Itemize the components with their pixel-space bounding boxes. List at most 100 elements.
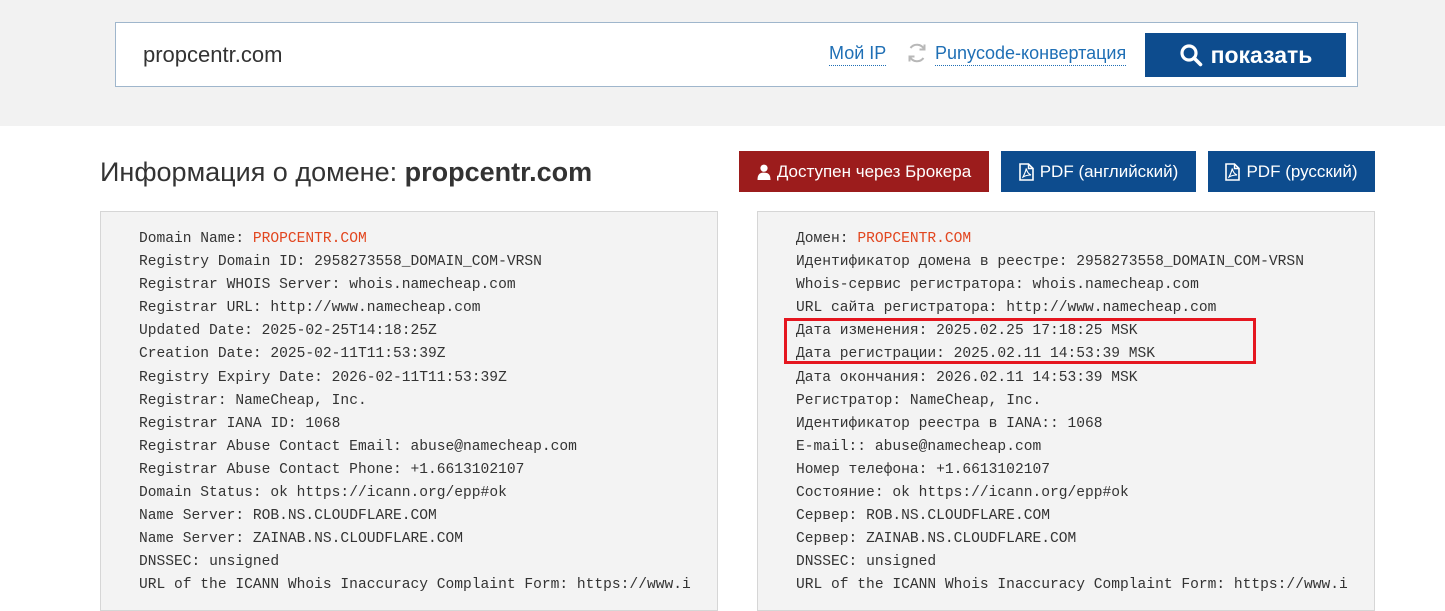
whois-value: ROB.NS.CLOUDFLARE.COM	[866, 508, 1050, 525]
whois-line: Whois-сервис регистратора: whois.nameche…	[796, 274, 1374, 297]
page-title-prefix: Информация о домене:	[100, 157, 398, 187]
whois-line: Сервер: ROB.NS.CLOUDFLARE.COM	[796, 505, 1374, 528]
whois-label: Регистратор:	[796, 392, 910, 409]
whois-line: Creation Date: 2025-02-11T11:53:39Z	[139, 343, 717, 366]
whois-label: DNSSEC:	[796, 554, 867, 571]
whois-label: Идентификатор реестра в IANA::	[796, 415, 1068, 432]
page-title-domain: propcentr.com	[404, 157, 593, 187]
whois-label: Registrar URL:	[139, 300, 271, 317]
whois-label: Domain Status:	[139, 485, 271, 502]
whois-line: DNSSEC: unsigned	[139, 551, 717, 574]
whois-line: E-mail:: abuse@namecheap.com	[796, 436, 1374, 459]
whois-line: Updated Date: 2025-02-25T14:18:25Z	[139, 320, 717, 343]
my-ip-link[interactable]: Мой IP	[829, 41, 887, 66]
whois-line: URL сайта регистратора: http://www.namec…	[796, 297, 1374, 320]
whois-line: Идентификатор реестра в IANA:: 1068	[796, 413, 1374, 436]
whois-line: Registry Expiry Date: 2026-02-11T11:53:3…	[139, 367, 717, 390]
whois-value: PROPCENTR.COM	[252, 231, 367, 247]
whois-value: +1.6613102107	[410, 461, 525, 478]
whois-value: whois.namecheap.com	[349, 277, 516, 294]
whois-line: Идентификатор домена в реестре: 29582735…	[796, 251, 1374, 274]
whois-label: Registry Domain ID:	[139, 254, 315, 271]
whois-line: Registry Domain ID: 2958273558_DOMAIN_CO…	[139, 251, 717, 274]
pdf-file-icon	[1225, 162, 1241, 181]
whois-label: Сервер:	[796, 508, 867, 525]
pdf-russian-button[interactable]: PDF (русский)	[1208, 151, 1375, 192]
whois-label: Updated Date:	[139, 323, 262, 340]
broker-button[interactable]: Доступен через Брокера	[739, 151, 989, 192]
whois-line: Дата изменения: 2025.02.25 17:18:25 MSK	[796, 320, 1374, 343]
whois-value: whois.namecheap.com	[1032, 277, 1199, 294]
whois-label: Registrar Abuse Contact Phone:	[139, 461, 411, 478]
whois-line: Registrar Abuse Contact Email: abuse@nam…	[139, 436, 717, 459]
whois-line: Registrar IANA ID: 1068	[139, 413, 717, 436]
pdf-english-button[interactable]: PDF (английский)	[1001, 151, 1196, 192]
whois-label: Registrar IANA ID:	[139, 415, 306, 432]
whois-line: Дата регистрации: 2025.02.11 14:53:39 MS…	[796, 343, 1374, 366]
whois-value: 2025.02.11 14:53:39 MSK	[953, 346, 1156, 363]
broker-button-label: Доступен через Брокера	[776, 161, 972, 181]
whois-value: ZAINAB.NS.CLOUDFLARE.COM	[252, 531, 464, 548]
whois-line: Состояние: ok https://icann.org/epp#ok	[796, 482, 1374, 505]
page-title: Информация о домене: propcentr.com	[100, 157, 592, 188]
whois-line: Домен: PROPCENTR.COM	[796, 228, 1374, 251]
whois-label: URL of the ICANN Whois Inaccuracy Compla…	[796, 577, 1234, 594]
whois-line: Registrar WHOIS Server: whois.namecheap.…	[139, 274, 717, 297]
whois-value: ok https://icann.org/epp#ok	[270, 485, 507, 502]
whois-value: ok https://icann.org/epp#ok	[892, 485, 1129, 502]
whois-label: Domain Name:	[139, 231, 253, 247]
whois-value: NameCheap, Inc.	[235, 392, 367, 409]
whois-value: unsigned	[866, 554, 937, 571]
whois-label: URL of the ICANN Whois Inaccuracy Compla…	[139, 577, 577, 594]
whois-line: Регистратор: NameCheap, Inc.	[796, 390, 1374, 413]
whois-label: Домен:	[796, 231, 858, 247]
pdf-english-label: PDF (английский)	[1039, 161, 1179, 181]
whois-line: Name Server: ROB.NS.CLOUDFLARE.COM	[139, 505, 717, 528]
whois-label: Дата изменения:	[796, 323, 937, 340]
search-box: Мой IP Punycode-конвертация показать	[115, 22, 1358, 87]
whois-label: Дата регистрации:	[796, 346, 954, 363]
whois-value: PROPCENTR.COM	[857, 231, 972, 247]
search-input[interactable]	[143, 39, 793, 71]
whois-label: Registrar WHOIS Server:	[139, 277, 350, 294]
whois-value: 2026-02-11T11:53:39Z	[331, 369, 507, 386]
whois-value: 2026.02.11 14:53:39 MSK	[936, 369, 1138, 386]
whois-line: Дата окончания: 2026.02.11 14:53:39 MSK	[796, 367, 1374, 390]
whois-russian-panel: Домен: PROPCENTR.COM Идентификатор домена…	[757, 211, 1375, 611]
whois-value: 1068	[305, 415, 341, 432]
show-button[interactable]: показать	[1145, 33, 1346, 77]
whois-line: DNSSEC: unsigned	[796, 551, 1374, 574]
whois-label: Registrar:	[139, 392, 236, 409]
whois-value: 2025.02.25 17:18:25 MSK	[936, 323, 1138, 340]
whois-label: Состояние:	[796, 485, 893, 502]
whois-label: Номер телефона:	[796, 461, 937, 478]
whois-label: Name Server:	[139, 531, 253, 548]
whois-value: 2958273558_DOMAIN_COM-VRSN	[1076, 254, 1304, 271]
refresh-icon[interactable]	[905, 41, 929, 65]
show-button-label: показать	[1210, 41, 1313, 68]
whois-value: +1.6613102107	[936, 461, 1050, 478]
whois-label: URL сайта регистратора:	[796, 300, 1007, 317]
punycode-link[interactable]: Punycode-конвертация	[935, 41, 1127, 66]
whois-value: unsigned	[209, 554, 280, 571]
whois-value: ROB.NS.CLOUDFLARE.COM	[252, 508, 437, 525]
user-icon	[757, 164, 771, 180]
whois-value: 2958273558_DOMAIN_COM-VRSN	[314, 254, 542, 271]
whois-line: URL of the ICANN Whois Inaccuracy Compla…	[796, 574, 1374, 597]
pdf-file-icon	[1018, 162, 1034, 181]
whois-label: Name Server:	[139, 508, 253, 525]
whois-label: E-mail::	[796, 438, 875, 455]
whois-value: NameCheap, Inc.	[909, 392, 1042, 409]
whois-line: URL of the ICANN Whois Inaccuracy Compla…	[139, 574, 717, 597]
whois-label: Whois-сервис регистратора:	[796, 277, 1033, 294]
whois-value: abuse@namecheap.com	[410, 438, 577, 455]
whois-line: Registrar URL: http://www.namecheap.com	[139, 297, 717, 320]
whois-line: Registrar: NameCheap, Inc.	[139, 390, 717, 413]
pdf-russian-label: PDF (русский)	[1246, 161, 1358, 181]
whois-label: Дата окончания:	[796, 369, 937, 386]
whois-value: http://www.namecheap.com	[1006, 300, 1217, 317]
whois-value: http://www.namecheap.com	[270, 300, 481, 317]
whois-label: Сервер:	[796, 531, 867, 548]
whois-label: Registry Expiry Date:	[139, 369, 332, 386]
whois-line: Name Server: ZAINAB.NS.CLOUDFLARE.COM	[139, 528, 717, 551]
